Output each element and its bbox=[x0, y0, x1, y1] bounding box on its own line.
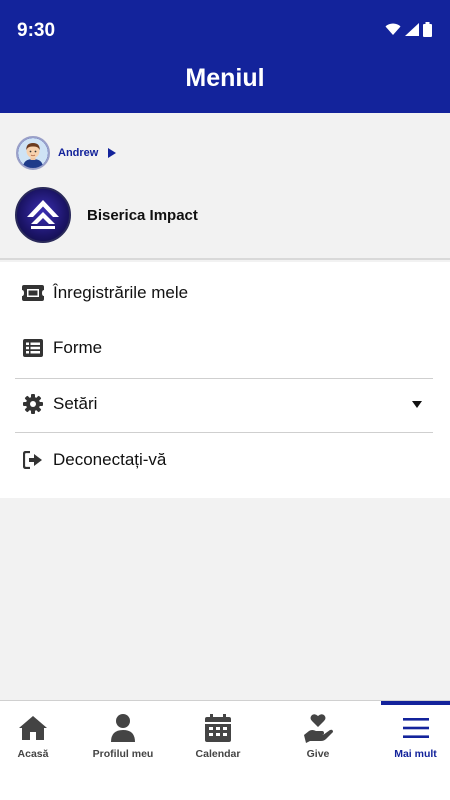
status-time: 9:30 bbox=[17, 20, 56, 41]
tab-give[interactable]: Give bbox=[288, 701, 348, 800]
tab-more[interactable]: Mai mult bbox=[381, 701, 450, 800]
bottom-tab-bar: Acasă Profilul meu Calendar Give Mai mul… bbox=[0, 700, 450, 800]
menu-item-label: Înregistrările mele bbox=[53, 283, 189, 302]
menu-item-logout[interactable]: Deconectați-vă bbox=[0, 433, 450, 487]
menu-item-registrations[interactable]: Înregistrările mele bbox=[0, 266, 450, 320]
menu-item-label: Forme bbox=[53, 338, 103, 357]
user-name: Andrew bbox=[58, 147, 99, 159]
home-icon bbox=[17, 712, 49, 744]
list-icon bbox=[22, 337, 44, 359]
battery-icon bbox=[423, 22, 432, 37]
tab-calendar[interactable]: Calendar bbox=[183, 701, 253, 800]
menu-item-forms[interactable]: Forme bbox=[0, 321, 450, 375]
signal-icon bbox=[405, 23, 419, 36]
tab-label: Calendar bbox=[195, 748, 241, 760]
wifi-icon bbox=[385, 23, 401, 35]
menu-icon bbox=[400, 712, 432, 744]
status-icons bbox=[385, 22, 432, 37]
profile-section: Andrew Biserica Impact bbox=[0, 113, 450, 260]
calendar-icon bbox=[202, 712, 234, 744]
gear-icon bbox=[22, 393, 44, 415]
church-logo-icon bbox=[27, 200, 59, 229]
logout-icon bbox=[22, 449, 44, 471]
church-logo bbox=[15, 187, 71, 243]
church-name: Biserica Impact bbox=[87, 206, 198, 224]
caret-down-icon bbox=[412, 400, 422, 408]
active-tab-indicator bbox=[381, 701, 450, 705]
app-header: 9:30 Meniul bbox=[0, 0, 450, 113]
tab-label: Profilul meu bbox=[92, 748, 154, 760]
church-row[interactable]: Biserica Impact bbox=[15, 187, 198, 243]
menu-item-label: Setări bbox=[53, 394, 98, 413]
user-profile-link[interactable]: Andrew bbox=[16, 136, 117, 170]
avatar bbox=[16, 136, 50, 170]
tab-home[interactable]: Acasă bbox=[0, 701, 66, 800]
page-title: Meniul bbox=[185, 64, 265, 92]
tab-label: Mai mult bbox=[394, 748, 437, 760]
tab-profile[interactable]: Profilul meu bbox=[82, 701, 164, 800]
menu-panel: Înregistrările mele Forme Setări Deconec… bbox=[0, 262, 450, 498]
avatar-face-icon bbox=[18, 138, 48, 168]
heart-hand-icon bbox=[302, 712, 334, 744]
person-icon bbox=[107, 712, 139, 744]
menu-item-settings[interactable]: Setări bbox=[0, 377, 450, 431]
tab-label: Acasă bbox=[17, 748, 49, 760]
status-bar: 9:30 bbox=[0, 0, 450, 60]
tab-label: Give bbox=[306, 748, 330, 760]
ticket-icon bbox=[22, 282, 44, 304]
play-arrow-icon bbox=[108, 148, 117, 158]
menu-item-label: Deconectați-vă bbox=[53, 450, 167, 469]
